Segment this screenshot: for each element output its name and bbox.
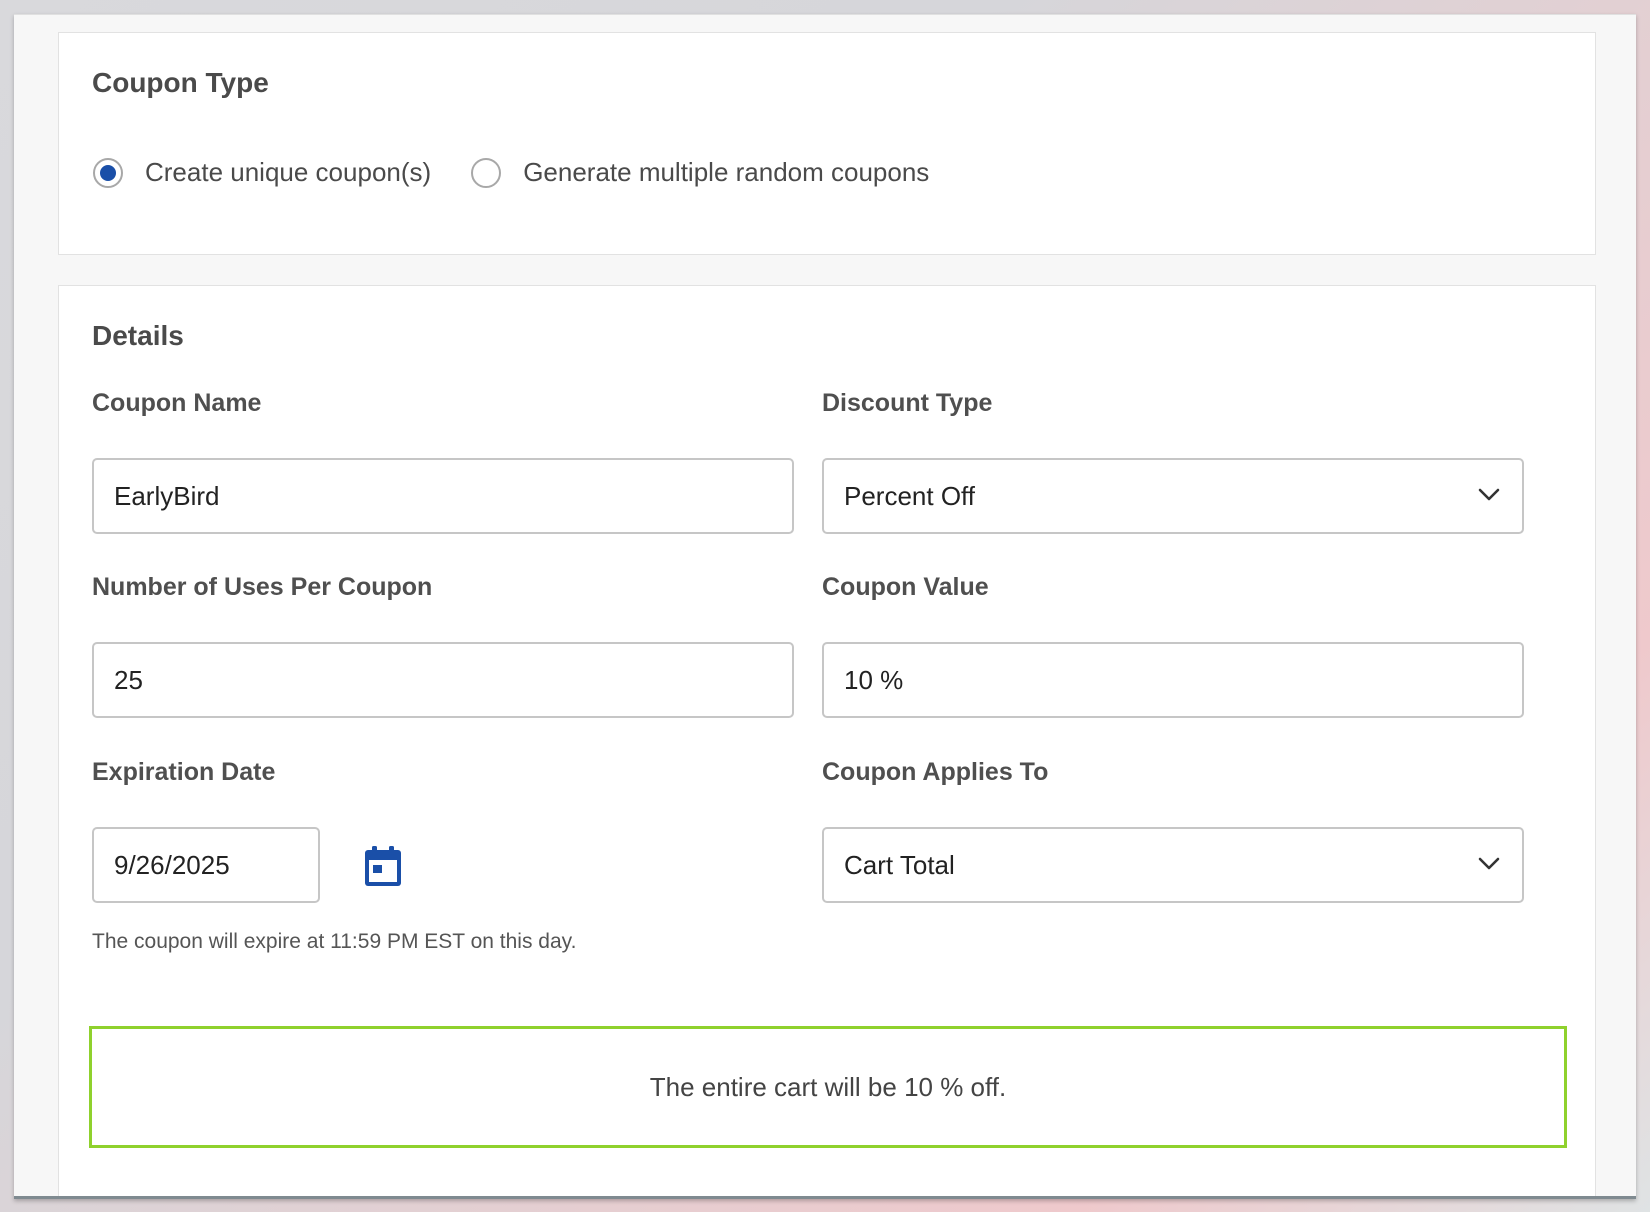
discount-summary-box: The entire cart will be 10 % off. xyxy=(89,1026,1567,1148)
expiration-hint: The coupon will expire at 11:59 PM EST o… xyxy=(92,930,577,953)
discount-summary-text: The entire cart will be 10 % off. xyxy=(649,1071,1007,1102)
coupon-name-value: EarlyBird xyxy=(114,480,220,511)
radio-unique-coupons[interactable] xyxy=(93,157,123,188)
radio-random-coupons[interactable] xyxy=(471,157,502,188)
details-card: Details Coupon Name EarlyBird Discount T… xyxy=(58,285,1596,1199)
applies-to-value: Cart Total xyxy=(844,849,955,880)
coupon-name-label: Coupon Name xyxy=(92,389,262,417)
radio-label-random: Generate multiple random coupons xyxy=(523,157,930,187)
applies-to-select[interactable]: Cart Total xyxy=(822,827,1524,903)
discount-type-select[interactable]: Percent Off xyxy=(822,458,1524,534)
coupon-type-card: Coupon Type Create unique coupon(s) Gene… xyxy=(58,32,1596,255)
details-title: Details xyxy=(92,320,184,351)
chevron-down-icon xyxy=(1478,488,1500,501)
coupon-value-value: 10 % xyxy=(844,664,904,695)
discount-type-label: Discount Type xyxy=(822,389,993,417)
coupon-value-label: Coupon Value xyxy=(822,573,989,601)
uses-per-coupon-input[interactable]: 25 xyxy=(92,642,794,718)
coupon-type-title: Coupon Type xyxy=(92,67,269,98)
discount-type-value: Percent Off xyxy=(844,480,976,511)
radio-label-unique: Create unique coupon(s) xyxy=(145,157,432,187)
coupon-type-radio-group: Create unique coupon(s) Generate multipl… xyxy=(93,157,969,188)
expiration-date-label: Expiration Date xyxy=(92,758,276,786)
radio-option-random[interactable]: Generate multiple random coupons xyxy=(471,157,929,188)
radio-option-unique[interactable]: Create unique coupon(s) xyxy=(93,157,431,188)
coupon-value-input[interactable]: 10 % xyxy=(822,642,1524,718)
uses-per-coupon-label: Number of Uses Per Coupon xyxy=(92,573,433,601)
calendar-icon[interactable] xyxy=(363,844,403,888)
applies-to-label: Coupon Applies To xyxy=(822,758,1049,786)
expiration-date-value: 9/26/2025 xyxy=(114,849,230,880)
coupon-form-window: Coupon Type Create unique coupon(s) Gene… xyxy=(14,14,1636,1199)
chevron-down-icon xyxy=(1478,857,1500,870)
uses-per-coupon-value: 25 xyxy=(114,664,143,695)
expiration-date-input[interactable]: 9/26/2025 xyxy=(92,827,320,903)
coupon-name-input[interactable]: EarlyBird xyxy=(92,458,794,534)
